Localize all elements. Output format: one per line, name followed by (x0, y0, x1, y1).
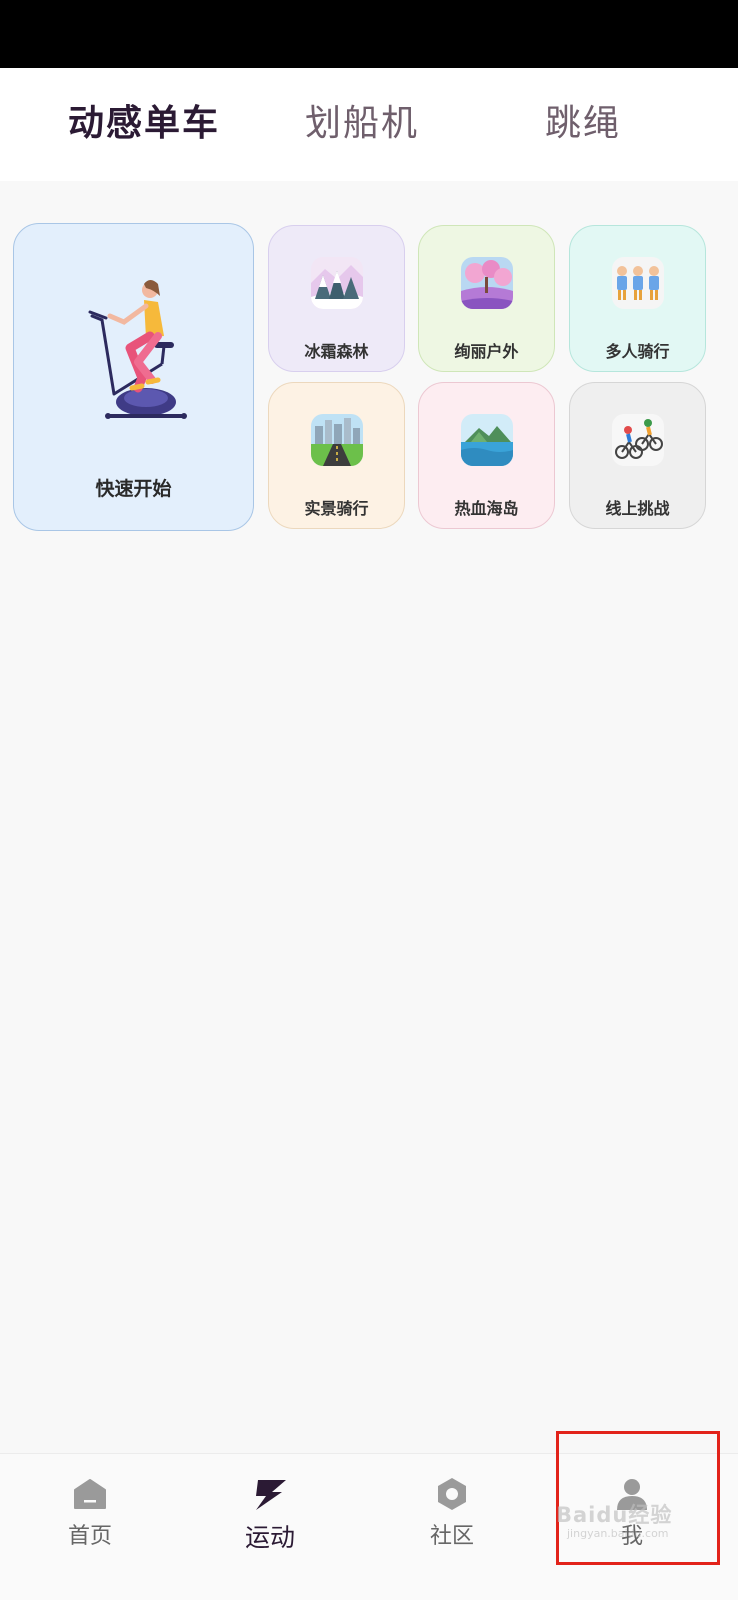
blossom-outdoor-icon (461, 257, 513, 309)
snowy-forest-icon (311, 257, 363, 309)
status-bar (0, 0, 738, 68)
card-hot-island[interactable]: 热血海岛 (418, 382, 555, 529)
tab-spin-bike[interactable]: 动感单车 (68, 96, 220, 152)
quick-start-label: 快速开始 (95, 478, 172, 500)
highlight-annotation-box (556, 1431, 720, 1565)
card-group-ride[interactable]: 多人骑行 (569, 225, 706, 372)
group-riders-icon (612, 257, 664, 309)
card-scenic-ride[interactable]: 实景骑行 (268, 382, 405, 529)
card-frost-forest[interactable]: 冰霜森林 (268, 225, 405, 372)
tab-jump-rope[interactable]: 跳绳 (545, 96, 621, 152)
quick-start-card[interactable]: 快速开始 (13, 223, 254, 531)
card-label: 绚丽户外 (454, 342, 519, 361)
baidu-watermark-url: jingyan.baidu.com (567, 1527, 669, 1540)
nav-community-label: 社区 (429, 1524, 474, 1549)
sport-type-tabs: 动感单车 划船机 跳绳 (0, 68, 738, 181)
spin-bike-illustration (88, 280, 187, 419)
community-icon (438, 1478, 466, 1510)
card-label: 实景骑行 (304, 499, 369, 518)
city-road-icon (311, 414, 363, 466)
nav-community[interactable]: 社区 (392, 1476, 512, 1576)
baidu-watermark: Baidu经验 (556, 1503, 673, 1527)
card-label: 线上挑战 (605, 499, 670, 518)
nav-home-label: 首页 (67, 1524, 112, 1549)
card-colorful-outdoor[interactable]: 绚丽户外 (418, 225, 555, 372)
card-label: 冰霜森林 (304, 342, 369, 361)
cyclists-icon (612, 414, 664, 466)
card-online-challenge[interactable]: 线上挑战 (569, 382, 706, 529)
sport-icon (256, 1480, 286, 1510)
card-label: 热血海岛 (454, 499, 519, 518)
tab-rowing-machine[interactable]: 划船机 (305, 96, 419, 152)
island-icon (461, 414, 513, 466)
nav-home[interactable]: 首页 (30, 1476, 150, 1576)
card-label: 多人骑行 (605, 342, 670, 361)
nav-sport-label: 运动 (244, 1523, 295, 1552)
nav-sport[interactable]: 运动 (210, 1476, 330, 1576)
home-icon (74, 1479, 106, 1509)
